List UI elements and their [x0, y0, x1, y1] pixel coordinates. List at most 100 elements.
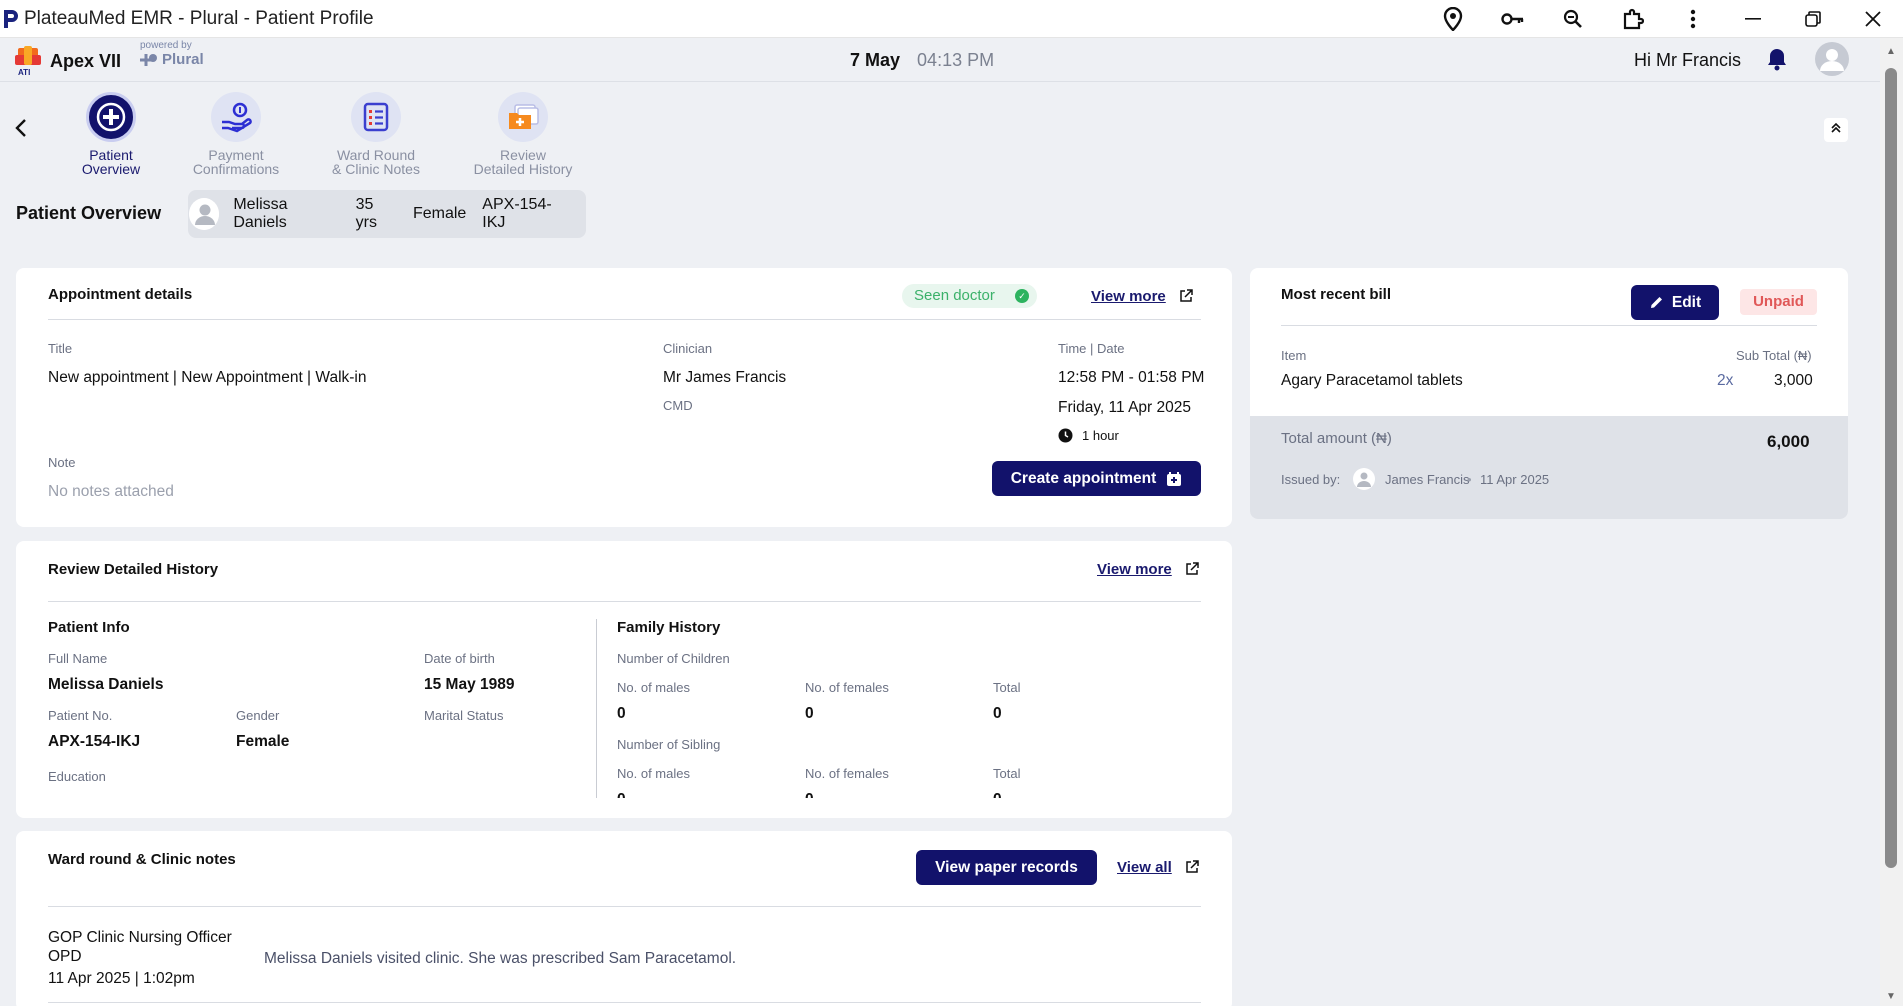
- scroll-down-icon[interactable]: ▼: [1886, 991, 1896, 1002]
- issued-by-label: Issued by:: [1281, 472, 1341, 487]
- collapse-chevron-up-icon[interactable]: [1824, 118, 1848, 142]
- appointment-time: 12:58 PM - 01:58 PM: [1058, 369, 1205, 386]
- clinician-unit: CMD: [663, 398, 693, 413]
- plural-logo-icon: [140, 53, 157, 66]
- family-history-title: Family History: [617, 619, 721, 636]
- sibling-females-label: No. of females: [805, 766, 889, 781]
- divider: [48, 906, 1201, 907]
- patient-summary-strip: Melissa Daniels 35 yrs Female APX-154-IK…: [188, 190, 586, 238]
- create-appointment-label: Create appointment: [1010, 469, 1157, 487]
- note-text[interactable]: Melissa Daniels visited clinic. She was …: [264, 950, 736, 968]
- ward-view-all-link[interactable]: View all: [1117, 859, 1172, 876]
- children-total-label: Total: [993, 680, 1021, 695]
- bill-item-qty: 2x: [1717, 372, 1734, 389]
- appointment-title-value: New appointment | New Appointment | Walk…: [48, 369, 367, 386]
- external-link-icon[interactable]: [1185, 562, 1199, 581]
- dob-value: 15 May 1989: [424, 676, 515, 693]
- history-card-title: Review Detailed History: [48, 561, 219, 578]
- key-icon[interactable]: [1483, 0, 1543, 38]
- divider: [48, 1002, 1201, 1003]
- patient-sex: Female: [412, 205, 467, 222]
- external-link-icon[interactable]: [1179, 289, 1193, 308]
- notification-bell-icon[interactable]: [1766, 47, 1788, 76]
- sibling-total-label: Total: [993, 766, 1021, 781]
- header-date: 7 May: [850, 50, 901, 70]
- menu-dots-icon[interactable]: [1663, 0, 1723, 38]
- header-time: 04:13 PM: [917, 50, 995, 70]
- location-icon[interactable]: [1423, 0, 1483, 38]
- check-circle-icon: ✓: [1015, 289, 1029, 303]
- column-divider: [596, 619, 597, 798]
- divider: [1281, 325, 1817, 326]
- note-author: GOP Clinic Nursing Officer: [48, 929, 232, 946]
- sibling-males-label: No. of males: [617, 766, 690, 781]
- gender-label: Gender: [236, 708, 280, 723]
- children-males-label: No. of males: [617, 680, 690, 695]
- marital-status-label: Marital Status: [424, 708, 504, 723]
- scroll-up-icon[interactable]: ▲: [1886, 46, 1896, 57]
- create-appointment-button[interactable]: Create appointment: [992, 461, 1201, 496]
- status-badge: Seen doctor ✓: [902, 284, 1037, 308]
- svg-text:ATI: ATI: [18, 68, 30, 76]
- tab-review-detailed-history[interactable]: Review Detailed History: [463, 92, 583, 176]
- zoom-icon[interactable]: [1543, 0, 1603, 38]
- children-females-value: 0: [805, 705, 814, 722]
- external-link-icon[interactable]: [1185, 860, 1199, 879]
- app-logo-icon: [2, 9, 18, 29]
- bill-total-label: Total amount (₦): [1281, 430, 1392, 447]
- extensions-icon[interactable]: [1603, 0, 1663, 38]
- children-total-value: 0: [993, 705, 1002, 722]
- status-badge-label: Seen doctor: [914, 287, 995, 304]
- header-datetime: 7 May 04:13 PM: [850, 50, 994, 71]
- clipboard-list-icon: [351, 92, 401, 142]
- tab-label-line2: Detailed History: [473, 161, 573, 177]
- note-label: Note: [48, 455, 76, 470]
- patient-age: 35 yrs: [355, 196, 377, 231]
- note-department: OPD: [48, 948, 82, 965]
- patient-info-title: Patient Info: [48, 619, 130, 636]
- bill-card-title: Most recent bill: [1281, 286, 1392, 303]
- sibling-title: Number of Sibling: [617, 737, 721, 752]
- divider: [48, 601, 1201, 602]
- tab-label-line2: Confirmations: [192, 161, 280, 177]
- restore-icon[interactable]: [1783, 0, 1843, 38]
- plural-name: Plural: [162, 51, 204, 68]
- issued-date: 11 Apr 2025: [1480, 472, 1550, 487]
- appointment-card-title: Appointment details: [48, 286, 193, 303]
- sibling-values-row: 0 0 0: [600, 788, 1220, 798]
- children-females-label: No. of females: [805, 680, 889, 695]
- tab-payment-confirmations[interactable]: Payment Confirmations: [176, 92, 296, 176]
- user-avatar[interactable]: [1815, 42, 1849, 76]
- page-scrollbar[interactable]: ▲ ▼: [1880, 38, 1903, 1006]
- bill-item-label: Item: [1281, 348, 1307, 363]
- user-greeting: Hi Mr Francis: [1634, 50, 1741, 70]
- edit-bill-label: Edit: [1671, 293, 1702, 311]
- edit-bill-button[interactable]: Edit: [1631, 285, 1719, 320]
- tab-ward-round-notes[interactable]: Ward Round & Clinic Notes: [316, 92, 436, 176]
- back-arrow-icon[interactable]: [14, 118, 28, 144]
- bill-subtotal-label: Sub Total (₦): [1736, 348, 1812, 363]
- brand[interactable]: ATI Apex VII: [14, 46, 121, 76]
- appointment-duration: 1 hour: [1082, 428, 1119, 443]
- patient-no-value: APX-154-IKJ: [48, 733, 141, 750]
- appointment-title-label: Title: [48, 341, 73, 356]
- history-view-more-link[interactable]: View more: [1097, 561, 1172, 578]
- close-window-icon[interactable]: [1843, 0, 1903, 38]
- bill-total-section: Total amount (₦) 6,000 Issued by: James …: [1250, 416, 1848, 519]
- clinician-value: Mr James Francis: [663, 369, 787, 386]
- tab-label-line2: & Clinic Notes: [332, 161, 420, 177]
- education-label: Education: [48, 769, 106, 784]
- apex-logo-icon: ATI: [15, 46, 41, 76]
- window-titlebar: PlateauMed EMR - Plural - Patient Profil…: [0, 0, 1903, 38]
- page-title: Patient Overview: [16, 203, 162, 223]
- tab-patient-overview[interactable]: Patient Overview: [51, 92, 171, 176]
- app-header: ATI Apex VII powered by Plural 7 May 04:…: [0, 38, 1880, 82]
- view-paper-records-button[interactable]: View paper records: [916, 850, 1097, 885]
- sibling-total-value: 0: [993, 791, 1002, 798]
- minimize-icon[interactable]: [1723, 0, 1783, 38]
- appointment-view-more-link[interactable]: View more: [1091, 288, 1166, 305]
- folder-history-icon: [498, 92, 548, 142]
- scrollbar-thumb[interactable]: [1885, 68, 1897, 868]
- bill-status-badge: Unpaid: [1740, 289, 1817, 315]
- note-timestamp: 11 Apr 2025 | 1:02pm: [48, 970, 195, 987]
